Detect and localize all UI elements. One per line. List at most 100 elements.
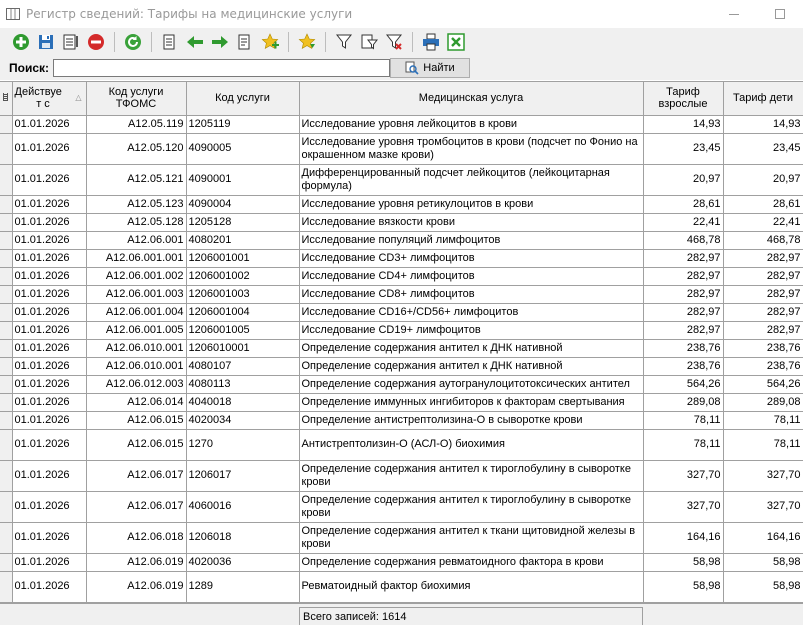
cell-service-code[interactable]: 1205128	[186, 213, 300, 232]
cell-tariff-adult[interactable]: 282,97	[643, 249, 724, 268]
column-header-service-code[interactable]: Код услуги	[186, 82, 300, 116]
cell-date[interactable]: 01.01.2026	[12, 411, 87, 430]
cell-tfoms-code[interactable]: A12.06.017	[86, 491, 187, 523]
cell-service-name[interactable]: Определение содержания антител к ткани щ…	[299, 522, 644, 554]
cell-tariff-adult[interactable]: 238,76	[643, 357, 724, 376]
cell-service-code[interactable]: 1289	[186, 571, 300, 603]
cell-service-code[interactable]: 1205119	[186, 115, 300, 134]
table-row[interactable]: 01.01.2026 A12.06.010.001 4080107 Определен…	[0, 357, 803, 376]
cell-tariff-child[interactable]: 327,70	[723, 491, 803, 523]
table-row[interactable]: 01.01.2026 A12.05.120 4090005 Исследование …	[0, 133, 803, 165]
row-indicator[interactable]	[0, 213, 13, 232]
cell-service-name[interactable]: Определение иммунных ингибиторов к факто…	[299, 393, 644, 412]
cell-date[interactable]: 01.01.2026	[12, 303, 87, 322]
cell-tariff-adult[interactable]: 282,97	[643, 321, 724, 340]
cell-date[interactable]: 01.01.2026	[12, 522, 87, 554]
minimize-button[interactable]	[711, 0, 757, 28]
cell-service-name[interactable]: Исследование CD4+ лимфоцитов	[299, 267, 644, 286]
cell-tariff-adult[interactable]: 238,76	[643, 339, 724, 358]
cell-date[interactable]: 01.01.2026	[12, 553, 87, 572]
cell-tfoms-code[interactable]: A12.06.010.001	[86, 357, 187, 376]
cell-service-code[interactable]: 1206001005	[186, 321, 300, 340]
row-indicator[interactable]	[0, 115, 13, 134]
cell-service-code[interactable]: 4060016	[186, 491, 300, 523]
cell-tfoms-code[interactable]: A12.06.014	[86, 393, 187, 412]
row-indicator[interactable]	[0, 357, 13, 376]
cell-date[interactable]: 01.01.2026	[12, 267, 87, 286]
find-button[interactable]: Найти	[390, 58, 470, 78]
cell-tfoms-code[interactable]: A12.06.001.005	[86, 321, 187, 340]
table-row[interactable]: 01.01.2026 A12.06.001.005 1206001005 Исслед…	[0, 321, 803, 340]
table-row[interactable]: 01.01.2026 A12.06.014 4040018 Определение и…	[0, 393, 803, 412]
column-header-tfoms-code[interactable]: Код услуги ТФОМС	[86, 82, 187, 116]
row-indicator[interactable]	[0, 375, 13, 394]
table-row[interactable]: 01.01.2026 A12.06.015 4020034 Определение а…	[0, 411, 803, 430]
cell-tariff-adult[interactable]: 282,97	[643, 303, 724, 322]
cell-tariff-child[interactable]: 23,45	[723, 133, 803, 165]
row-indicator[interactable]	[0, 195, 13, 214]
add-star-button[interactable]	[259, 31, 281, 53]
cell-date[interactable]: 01.01.2026	[12, 321, 87, 340]
row-indicator[interactable]	[0, 553, 13, 572]
refresh-button[interactable]	[122, 31, 144, 53]
cell-tariff-adult[interactable]: 28,61	[643, 195, 724, 214]
cell-service-code[interactable]: 1206018	[186, 522, 300, 554]
table-row[interactable]: 01.01.2026 A12.06.010.001 1206010001 Опреде…	[0, 339, 803, 358]
cell-tariff-adult[interactable]: 22,41	[643, 213, 724, 232]
cell-tfoms-code[interactable]: A12.06.015	[86, 429, 187, 461]
cell-tfoms-code[interactable]: A12.06.001.002	[86, 267, 187, 286]
cell-tfoms-code[interactable]: A12.06.001.004	[86, 303, 187, 322]
cell-date[interactable]: 01.01.2026	[12, 375, 87, 394]
cell-tariff-child[interactable]: 28,61	[723, 195, 803, 214]
cell-date[interactable]: 01.01.2026	[12, 195, 87, 214]
delete-button[interactable]	[85, 31, 107, 53]
table-row[interactable]: 01.01.2026 A12.06.001.001 1206001001 Исслед…	[0, 249, 803, 268]
cell-tariff-child[interactable]: 20,97	[723, 164, 803, 196]
cell-service-code[interactable]: 4090001	[186, 164, 300, 196]
cell-tariff-child[interactable]: 58,98	[723, 571, 803, 603]
row-indicator-header[interactable]	[0, 82, 13, 116]
row-indicator[interactable]	[0, 285, 13, 304]
structure-button[interactable]	[234, 31, 256, 53]
cell-service-name[interactable]: Определение содержания ревматоидного фак…	[299, 553, 644, 572]
cell-tfoms-code[interactable]: A12.06.019	[86, 571, 187, 603]
cell-tariff-child[interactable]: 282,97	[723, 267, 803, 286]
add-button[interactable]	[10, 31, 32, 53]
print-button[interactable]	[420, 31, 442, 53]
row-indicator[interactable]	[0, 429, 13, 461]
cell-tariff-adult[interactable]: 78,11	[643, 411, 724, 430]
cell-service-name[interactable]: Исследование уровня лейкоцитов в крови	[299, 115, 644, 134]
cell-tfoms-code[interactable]: A12.05.119	[86, 115, 187, 134]
table-row[interactable]: 01.01.2026 A12.06.012.003 4080113 Определен…	[0, 375, 803, 394]
table-row[interactable]: 01.01.2026 A12.06.019 4020036 Определение с…	[0, 553, 803, 572]
cell-tariff-child[interactable]: 289,08	[723, 393, 803, 412]
cell-tariff-child[interactable]: 22,41	[723, 213, 803, 232]
cell-service-name[interactable]: Ревматоидный фактор биохимия	[299, 571, 644, 603]
cell-service-code[interactable]: 1206001001	[186, 249, 300, 268]
table-row[interactable]: 01.01.2026 A12.06.001.002 1206001002 Исслед…	[0, 267, 803, 286]
cell-service-name[interactable]: Исследование CD3+ лимфоцитов	[299, 249, 644, 268]
cell-tfoms-code[interactable]: A12.05.121	[86, 164, 187, 196]
cell-service-code[interactable]: 4090004	[186, 195, 300, 214]
cell-tfoms-code[interactable]: A12.05.123	[86, 195, 187, 214]
cell-service-code[interactable]: 1270	[186, 429, 300, 461]
cell-tariff-child[interactable]: 282,97	[723, 285, 803, 304]
cell-tariff-child[interactable]: 238,76	[723, 357, 803, 376]
cell-service-code[interactable]: 4080113	[186, 375, 300, 394]
column-header-date[interactable]: Действуе т с △	[12, 82, 87, 116]
table-row[interactable]: 01.01.2026 A12.06.001.003 1206001003 Исслед…	[0, 285, 803, 304]
cell-service-code[interactable]: 4020036	[186, 553, 300, 572]
excel-export-button[interactable]	[445, 31, 467, 53]
cell-tfoms-code[interactable]: A12.06.019	[86, 553, 187, 572]
row-indicator[interactable]	[0, 321, 13, 340]
cell-date[interactable]: 01.01.2026	[12, 571, 87, 603]
back-button[interactable]	[184, 31, 206, 53]
row-indicator[interactable]	[0, 411, 13, 430]
cell-tfoms-code[interactable]: A12.06.018	[86, 522, 187, 554]
cell-tfoms-code[interactable]: A12.06.001	[86, 231, 187, 250]
cell-date[interactable]: 01.01.2026	[12, 339, 87, 358]
table-row[interactable]: 01.01.2026 A12.05.119 1205119 Исследование …	[0, 115, 803, 134]
cell-date[interactable]: 01.01.2026	[12, 285, 87, 304]
cell-tariff-adult[interactable]: 564,26	[643, 375, 724, 394]
row-indicator[interactable]	[0, 267, 13, 286]
